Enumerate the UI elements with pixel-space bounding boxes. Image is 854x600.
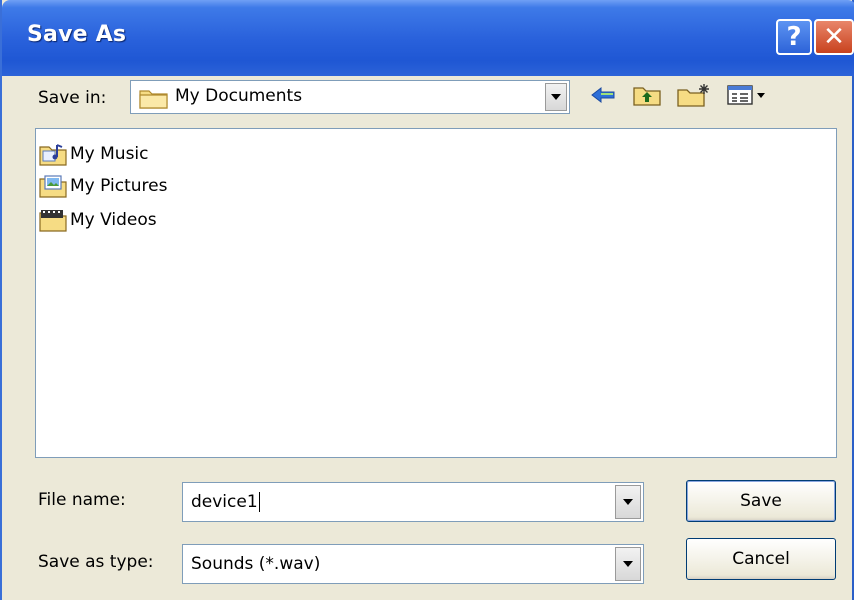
view-menu-icon	[727, 85, 765, 105]
text-cursor	[258, 492, 260, 512]
pictures-folder-icon	[39, 175, 67, 198]
close-icon: ✕	[823, 22, 845, 52]
title-bar[interactable]: Save As ? ✕	[2, 0, 854, 76]
dialog-title: Save As	[27, 22, 127, 47]
new-folder-icon	[677, 84, 709, 107]
new-folder-button[interactable]	[674, 80, 714, 110]
close-button[interactable]: ✕	[814, 19, 854, 55]
save-as-type-label: Save as type:	[38, 552, 154, 572]
help-icon: ?	[786, 22, 802, 52]
list-item-label: My Pictures	[70, 176, 168, 196]
cancel-button[interactable]: Cancel	[686, 538, 836, 580]
view-menu-button[interactable]	[724, 80, 770, 110]
up-one-level-button[interactable]	[630, 80, 664, 110]
file-name-label: File name:	[38, 490, 126, 510]
list-item-label: My Music	[70, 144, 149, 164]
file-name-field[interactable]: device1	[182, 482, 644, 522]
videos-folder-icon	[39, 210, 67, 232]
list-item[interactable]: My Pictures	[38, 171, 167, 201]
list-item-label: My Videos	[70, 210, 157, 230]
save-in-dropdown[interactable]: My Documents	[130, 80, 570, 114]
file-list[interactable]: My Music My Pictures My Videos	[35, 128, 837, 458]
list-item[interactable]: My Music	[38, 139, 149, 169]
list-item[interactable]: My Videos	[38, 205, 157, 235]
up-one-level-icon	[633, 87, 661, 106]
back-button[interactable]	[588, 80, 618, 110]
music-folder-icon	[39, 144, 67, 166]
chevron-down-icon[interactable]	[615, 547, 641, 581]
save-button[interactable]: Save	[686, 480, 836, 522]
back-arrow-icon	[591, 86, 615, 104]
help-button[interactable]: ?	[776, 19, 812, 55]
save-as-type-value: Sounds (*.wav)	[191, 554, 321, 574]
file-name-value: device1	[191, 492, 258, 512]
save-as-dialog: Save As ? ✕ Save in: My Documents My Mus…	[0, 0, 854, 600]
chevron-down-icon[interactable]	[545, 83, 567, 111]
folder-icon	[139, 90, 168, 109]
save-as-type-dropdown[interactable]: Sounds (*.wav)	[182, 544, 644, 584]
save-in-label: Save in:	[38, 88, 107, 108]
chevron-down-icon[interactable]	[615, 485, 641, 519]
save-in-value: My Documents	[175, 86, 303, 106]
